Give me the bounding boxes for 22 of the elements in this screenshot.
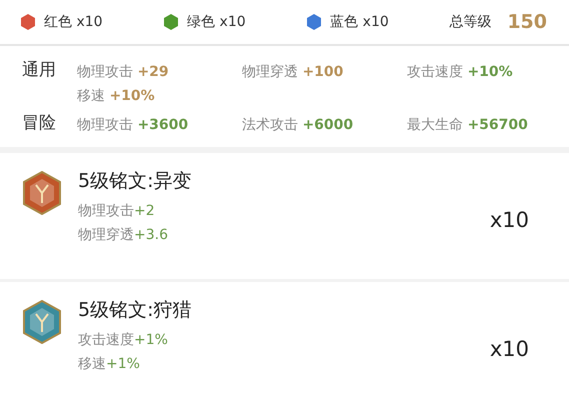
stat-item: 最大生命 +56700 bbox=[407, 116, 529, 135]
total-level-label: 总等级 bbox=[449, 12, 492, 32]
gem-count: 红色 x10 bbox=[44, 12, 103, 32]
rune-count: x10 bbox=[490, 336, 529, 362]
rune-effect: 攻击速度+1% bbox=[78, 331, 169, 350]
stat-group-title: 通用 bbox=[22, 59, 57, 82]
stat-item: 法术攻击 +6000 bbox=[242, 116, 354, 135]
stat-item: 物理穿透 +100 bbox=[242, 63, 344, 82]
gem-count: 蓝色 x10 bbox=[330, 12, 389, 32]
stat-item: 攻击速度 +10% bbox=[407, 63, 514, 82]
total-level-value: 150 bbox=[507, 10, 547, 35]
rune-effect: 移速+1% bbox=[78, 355, 141, 374]
rune-count: x10 bbox=[490, 206, 529, 234]
rune-title: 5级铭文:狩猎 bbox=[78, 298, 192, 322]
gem-count: 绿色 x10 bbox=[187, 12, 246, 32]
stat-item: 物理攻击 +3600 bbox=[77, 116, 190, 135]
rune-title: 5级铭文:异变 bbox=[78, 168, 192, 194]
rune-effect: 物理攻击+2 bbox=[78, 202, 156, 221]
stat-item: 移速 +10% bbox=[77, 87, 156, 106]
stat-item: 物理攻击 +29 bbox=[77, 63, 170, 82]
rune-effect: 物理穿透+3.6 bbox=[78, 226, 169, 245]
stat-group-title: 冒险 bbox=[22, 112, 57, 135]
